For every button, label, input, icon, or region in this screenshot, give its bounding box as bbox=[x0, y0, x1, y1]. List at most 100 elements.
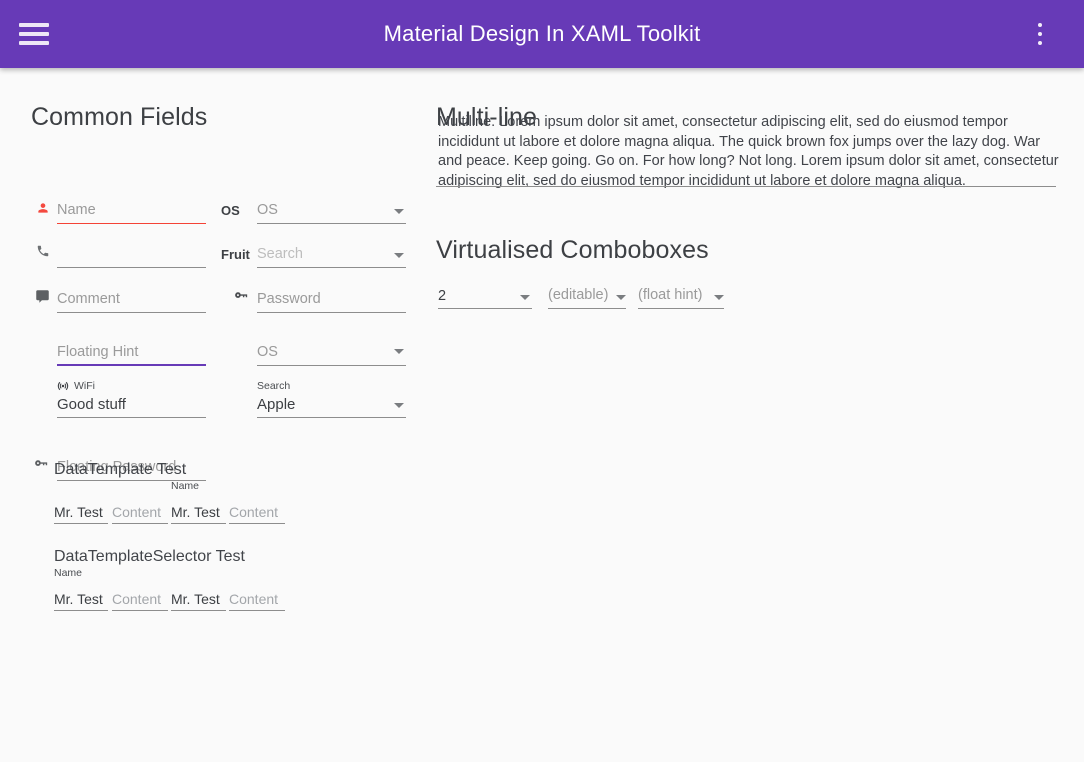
hamburger-bar-3 bbox=[19, 41, 49, 45]
virtualised-comboboxes-title: Virtualised Comboboxes bbox=[436, 236, 709, 264]
wifi-icon bbox=[57, 381, 69, 391]
cell-underline bbox=[171, 610, 226, 611]
virtualised-combobox-number[interactable]: 2 bbox=[438, 282, 532, 309]
floating-hint-field[interactable]: Floating Hint bbox=[57, 336, 206, 366]
table-cell[interactable]: Name Mr. Test bbox=[54, 567, 108, 611]
table-cell[interactable]: Content bbox=[112, 496, 168, 524]
chevron-down-icon[interactable] bbox=[714, 295, 724, 300]
combobox-underline bbox=[438, 308, 532, 309]
os-combobox-hint: OS bbox=[257, 202, 278, 218]
os-combobox-underline bbox=[257, 223, 406, 224]
cell-underline bbox=[171, 523, 226, 524]
search-combobox[interactable]: Search Apple bbox=[257, 380, 406, 418]
wifi-field-label: WiFi bbox=[74, 380, 95, 392]
password-field-underline bbox=[257, 312, 406, 313]
floating-hint-field-hint: Floating Hint bbox=[57, 344, 139, 360]
chevron-down-icon[interactable] bbox=[394, 349, 404, 354]
cell-underline bbox=[229, 610, 285, 611]
hamburger-menu-icon[interactable] bbox=[19, 23, 49, 45]
search-combobox-underline bbox=[257, 417, 406, 418]
combobox-underline bbox=[638, 308, 724, 309]
hamburger-bar-1 bbox=[19, 23, 49, 27]
combobox-value: 2 bbox=[438, 288, 447, 304]
password-field[interactable]: Password bbox=[235, 285, 406, 313]
chevron-down-icon[interactable] bbox=[616, 295, 626, 300]
table-cell[interactable]: Name Mr. Test bbox=[171, 480, 226, 524]
wifi-field-value: Good stuff bbox=[57, 396, 126, 413]
table-cell[interactable]: Content bbox=[112, 583, 168, 611]
phone-field[interactable] bbox=[37, 240, 206, 268]
floating-hint-field-underline bbox=[57, 364, 206, 366]
name-field-underline bbox=[57, 223, 206, 224]
chevron-down-icon[interactable] bbox=[394, 403, 404, 408]
table-cell[interactable]: Mr. Test bbox=[54, 496, 108, 524]
search-combobox-label: Search bbox=[257, 380, 291, 392]
dot-2 bbox=[1038, 32, 1042, 36]
multiline-textbox[interactable]: Multiline. Lorem ipsum dolor sit amet, c… bbox=[438, 113, 1062, 191]
comment-field[interactable]: Comment bbox=[36, 285, 206, 313]
page-content: Common Fields Name Comment Floating Hint… bbox=[0, 68, 1084, 762]
person-icon bbox=[38, 203, 48, 213]
fruit-combobox[interactable]: Fruit Search bbox=[221, 240, 406, 268]
dot-1 bbox=[1038, 23, 1042, 27]
data-template-selector-row: Name Mr. Test Content Mr. Test Content bbox=[54, 567, 294, 611]
os-combobox-2-underline bbox=[257, 365, 406, 366]
dot-3 bbox=[1038, 41, 1042, 45]
name-field[interactable]: Name bbox=[38, 196, 206, 224]
virtualised-combobox-floathint[interactable]: (float hint) bbox=[638, 282, 724, 309]
cell-float-label: Name bbox=[171, 480, 200, 492]
phone-icon bbox=[37, 245, 49, 257]
fruit-combobox-prefix: Fruit bbox=[221, 247, 250, 262]
common-fields-column: Common Fields Name Comment Floating Hint… bbox=[0, 68, 430, 762]
multiline-textbox-underline bbox=[436, 186, 1056, 187]
chevron-down-icon[interactable] bbox=[394, 209, 404, 214]
chevron-down-icon[interactable] bbox=[520, 295, 530, 300]
os-combobox-2-hint: OS bbox=[257, 344, 278, 360]
right-column: Multi-line Multiline. Lorem ipsum dolor … bbox=[430, 68, 1084, 762]
page-title-common-fields: Common Fields bbox=[31, 103, 208, 131]
app-bar: Material Design In XAML Toolkit bbox=[0, 0, 1084, 68]
table-cell[interactable]: Content bbox=[229, 496, 285, 524]
cell-text: Content bbox=[229, 591, 279, 607]
comment-field-hint: Comment bbox=[57, 291, 120, 307]
data-template-test-title: DataTemplate Test bbox=[54, 461, 187, 478]
combobox-underline bbox=[548, 308, 626, 309]
cell-underline bbox=[229, 523, 285, 524]
wifi-field[interactable]: WiFi Good stuff bbox=[57, 380, 206, 418]
cell-text: Content bbox=[229, 504, 279, 520]
comment-icon bbox=[36, 290, 49, 303]
key-icon bbox=[235, 292, 248, 298]
cell-text: Content bbox=[112, 504, 162, 520]
wifi-field-underline bbox=[57, 417, 206, 418]
data-template-selector-test-title: DataTemplateSelector Test bbox=[54, 548, 245, 565]
app-title: Material Design In XAML Toolkit bbox=[383, 21, 701, 46]
cell-text: Mr. Test bbox=[54, 591, 103, 607]
cell-text: Mr. Test bbox=[171, 504, 220, 520]
name-field-hint: Name bbox=[57, 202, 96, 218]
cell-underline bbox=[112, 610, 168, 611]
cell-underline bbox=[54, 523, 108, 524]
table-cell[interactable]: Mr. Test bbox=[171, 583, 226, 611]
fruit-combobox-hint: Search bbox=[257, 246, 303, 262]
cell-underline bbox=[54, 610, 108, 611]
chevron-down-icon[interactable] bbox=[394, 253, 404, 258]
cell-text: Content bbox=[112, 591, 162, 607]
data-template-row: Mr. Test Content Name Mr. Test Content bbox=[54, 480, 294, 524]
virtualised-combobox-editable[interactable]: (editable) bbox=[548, 282, 626, 309]
cell-text: Mr. Test bbox=[171, 591, 220, 607]
cell-text: Mr. Test bbox=[54, 504, 103, 520]
table-cell[interactable]: Content bbox=[229, 583, 285, 611]
cell-float-label: Name bbox=[54, 567, 83, 579]
hamburger-bar-2 bbox=[19, 32, 49, 36]
key-icon bbox=[35, 460, 48, 466]
os-combobox-prefix: OS bbox=[221, 203, 240, 218]
os-combobox-2[interactable]: OS bbox=[257, 336, 406, 366]
cell-underline bbox=[112, 523, 168, 524]
os-combobox[interactable]: OS OS bbox=[221, 196, 406, 224]
vertical-dots-icon[interactable] bbox=[1030, 23, 1050, 45]
search-combobox-value: Apple bbox=[257, 396, 296, 413]
fruit-combobox-underline bbox=[257, 267, 406, 268]
password-field-hint: Password bbox=[257, 291, 321, 307]
combobox-value: (float hint) bbox=[638, 287, 703, 303]
comment-field-underline bbox=[57, 312, 206, 313]
